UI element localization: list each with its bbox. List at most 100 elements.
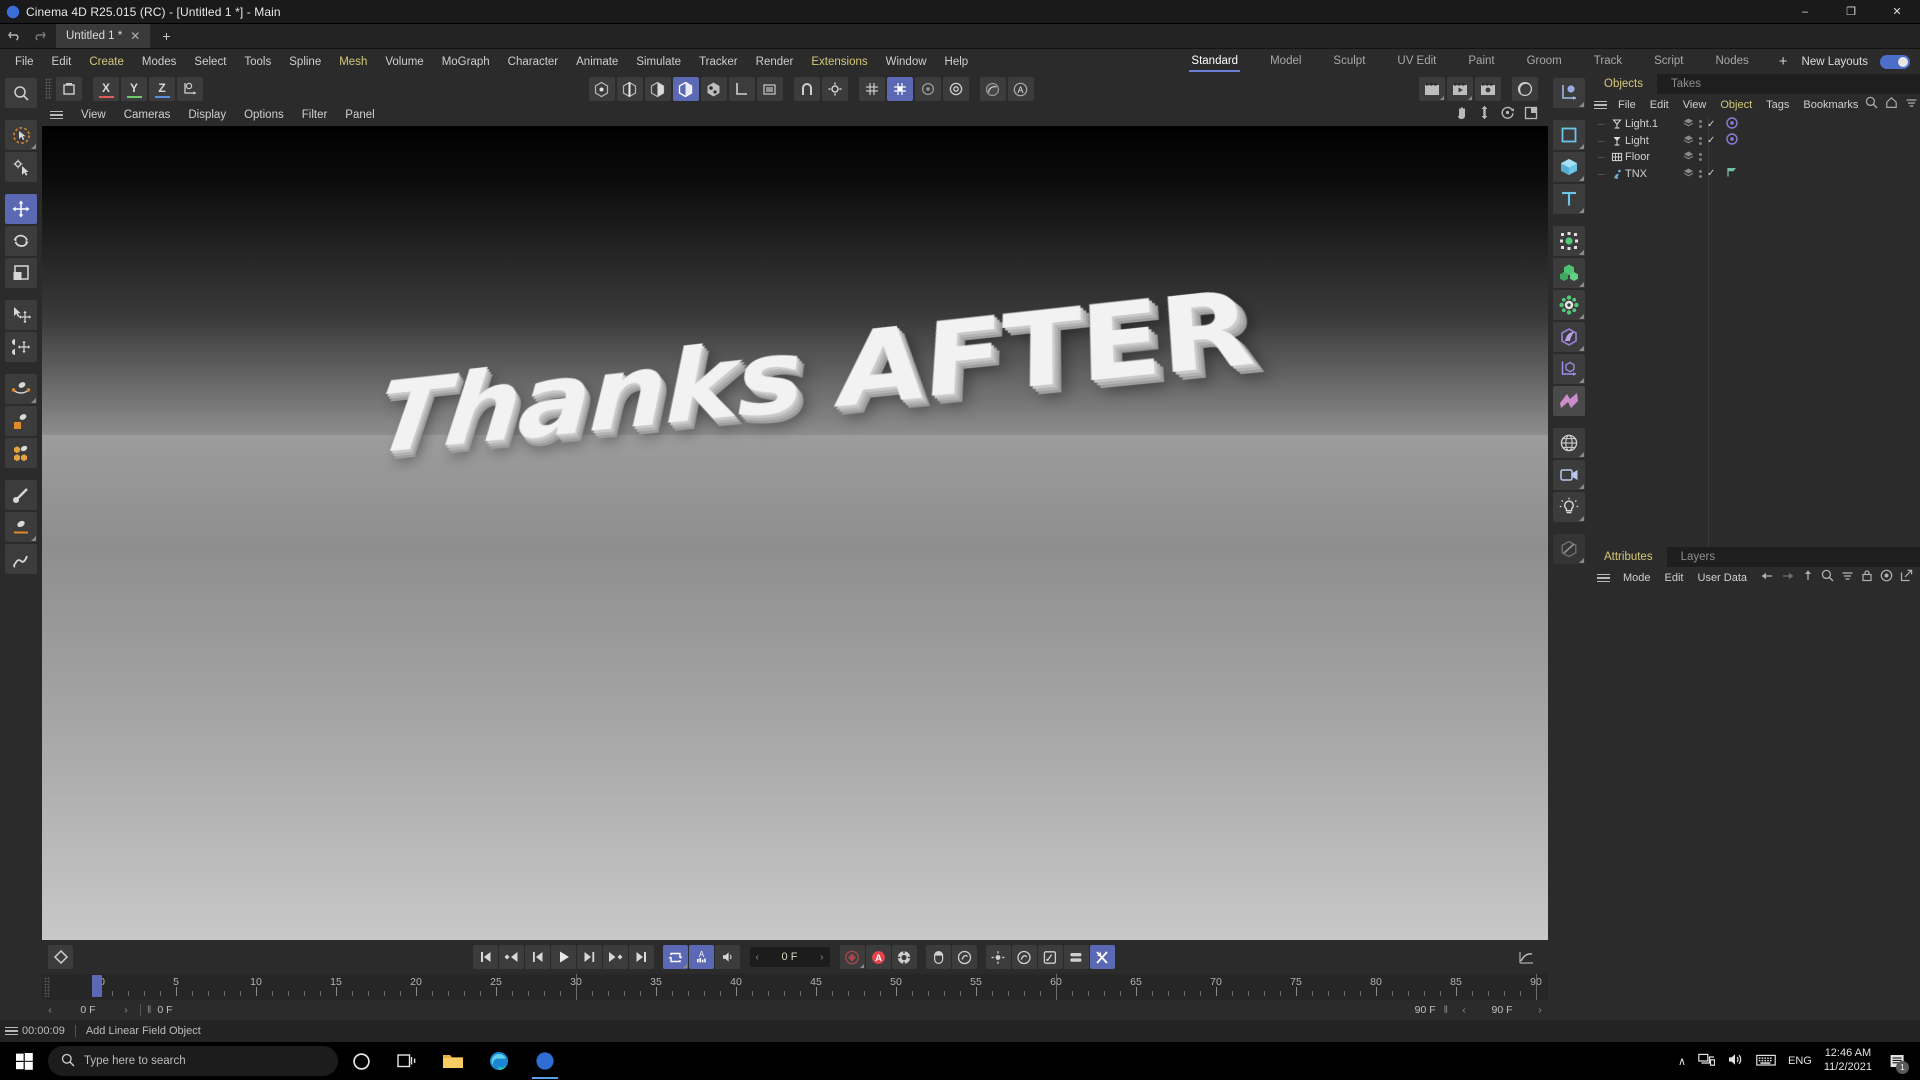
menu-tools[interactable]: Tools	[235, 53, 280, 71]
menu-mograph[interactable]: MoGraph	[433, 53, 499, 71]
workplane-tool-button[interactable]	[5, 374, 37, 404]
om-menu-view[interactable]: View	[1676, 97, 1714, 113]
volume-icon[interactable]	[1727, 1052, 1744, 1070]
am-filter-icon[interactable]	[1841, 569, 1854, 587]
transform-tool-button[interactable]	[5, 300, 37, 330]
menu-select[interactable]: Select	[185, 53, 235, 71]
table-row[interactable]: ─ Light.1 ✓	[1590, 116, 1920, 133]
axis-z-button[interactable]: Z	[149, 77, 175, 101]
menu-volume[interactable]: Volume	[376, 53, 432, 71]
workplane-snap-button[interactable]	[886, 77, 913, 101]
rotation-key-button[interactable]	[1011, 945, 1037, 969]
layout-tab-model[interactable]: Model	[1254, 51, 1317, 72]
layer-icon[interactable]	[1683, 150, 1694, 164]
preview-range-prev[interactable]: ‹	[1456, 1004, 1472, 1016]
deformer-button[interactable]	[1553, 226, 1585, 256]
generator-object-button[interactable]	[1553, 322, 1585, 352]
cube-primitive-button[interactable]	[1553, 152, 1585, 182]
content-browser-button[interactable]	[1512, 77, 1538, 101]
texture-mode-button[interactable]	[700, 77, 727, 101]
om-menu-edit[interactable]: Edit	[1643, 97, 1676, 113]
live-selection-tool-button[interactable]	[5, 120, 37, 150]
go-to-next-frame-button[interactable]	[576, 945, 602, 969]
timeline-grip[interactable]	[44, 977, 50, 997]
timeline-curve-button[interactable]	[1514, 945, 1539, 969]
go-to-prev-frame-button[interactable]	[524, 945, 550, 969]
menu-character[interactable]: Character	[499, 53, 568, 71]
menu-mesh[interactable]: Mesh	[330, 53, 376, 71]
preview-range-next[interactable]: ›	[1532, 1004, 1548, 1016]
frame-range-prev[interactable]: ‹	[42, 1004, 58, 1016]
menu-create[interactable]: Create	[80, 53, 133, 71]
om-menu-object[interactable]: Object	[1713, 97, 1759, 113]
file-explorer-icon[interactable]	[430, 1042, 476, 1080]
play-button[interactable]	[550, 945, 576, 969]
timeline-ruler[interactable]: 051015202530354045505560657075808590	[42, 974, 1548, 1000]
am-menu-mode[interactable]: Mode	[1616, 570, 1658, 586]
axis-y-button[interactable]: Y	[121, 77, 147, 101]
scene-axis-button[interactable]	[1553, 354, 1585, 384]
viewport-3d[interactable]: Thanks AFTER	[42, 126, 1548, 940]
polygon-mode-button[interactable]	[644, 77, 671, 101]
menu-animate[interactable]: Animate	[567, 53, 627, 71]
tab-takes[interactable]: Takes	[1657, 74, 1715, 94]
axis-x-button[interactable]: X	[93, 77, 119, 101]
menu-file[interactable]: File	[6, 53, 43, 71]
enable-check-icon[interactable]: ✓	[1707, 119, 1715, 130]
om-menu-bookmarks[interactable]: Bookmarks	[1796, 97, 1865, 113]
camera-object-button[interactable]	[1553, 460, 1585, 490]
current-frame-field[interactable]: ‹ 0 F ›	[749, 947, 830, 967]
am-forward-arrow-icon[interactable]	[1781, 569, 1795, 587]
go-to-end-button[interactable]	[628, 945, 654, 969]
undo-icon[interactable]	[8, 29, 22, 43]
layout-tab-uv-edit[interactable]: UV Edit	[1381, 51, 1452, 72]
orbit-view-icon[interactable]	[1500, 105, 1515, 125]
om-search-icon[interactable]	[1865, 96, 1878, 114]
mograph-cloner-button[interactable]	[1553, 290, 1585, 320]
point-level-animation-button[interactable]	[925, 945, 951, 969]
scale-key-button[interactable]	[1037, 945, 1063, 969]
document-tab[interactable]: Untitled 1 * ✕	[56, 24, 151, 48]
am-lock-icon[interactable]	[1861, 569, 1873, 587]
frame-prev-arrow[interactable]: ‹	[756, 952, 759, 963]
layer-icon[interactable]	[1683, 167, 1694, 181]
go-to-next-key-button[interactable]	[602, 945, 628, 969]
table-row[interactable]: ─ TNX ✓	[1590, 166, 1920, 183]
attribute-manager-body[interactable]	[1590, 589, 1920, 1020]
search-tool-button[interactable]	[5, 78, 37, 108]
keyboard-icon[interactable]	[1756, 1053, 1776, 1070]
preview-end-frame[interactable]: 90 F	[1472, 1004, 1532, 1016]
light-object-button[interactable]	[1553, 492, 1585, 522]
move-tool-button[interactable]	[5, 194, 37, 224]
tray-chevron-icon[interactable]: ∧	[1678, 1055, 1686, 1068]
visibility-dots[interactable]	[1699, 169, 1702, 178]
viewport-menu-view[interactable]: View	[72, 107, 115, 123]
taskbar-clock[interactable]: 12:46 AM 11/2/2021	[1824, 1047, 1872, 1075]
am-search-icon[interactable]	[1821, 569, 1834, 587]
layer-icon[interactable]	[1683, 117, 1694, 131]
viewport-menu-filter[interactable]: Filter	[293, 107, 337, 123]
new-document-button[interactable]: +	[150, 24, 182, 48]
null-object-button[interactable]	[1553, 78, 1585, 108]
windows-start-icon[interactable]	[0, 1042, 48, 1080]
table-row[interactable]: ─ Light ✓	[1590, 133, 1920, 150]
menu-tracker[interactable]: Tracker	[690, 53, 747, 71]
network-icon[interactable]	[1698, 1052, 1716, 1070]
light-tag-icon[interactable]	[1726, 117, 1739, 132]
go-to-start-button[interactable]	[472, 945, 498, 969]
preview-start-frame[interactable]: 0 F	[58, 1004, 118, 1016]
tab-attributes[interactable]: Attributes	[1590, 547, 1667, 567]
objects-tool-button[interactable]	[5, 438, 37, 468]
am-back-arrow-icon[interactable]	[1760, 569, 1774, 587]
object-manager-list[interactable]: ─ Light.1 ✓ ─ Light ✓ ─ Floor ─ TNX ✓	[1590, 116, 1920, 547]
soft-selection-tool-button[interactable]	[5, 332, 37, 362]
taskbar-search-input[interactable]: Type here to search	[48, 1046, 338, 1076]
material-manager-button[interactable]	[979, 77, 1006, 101]
pan-view-icon[interactable]	[1454, 105, 1469, 125]
am-up-arrow-icon[interactable]	[1802, 569, 1814, 587]
tab-layers[interactable]: Layers	[1667, 547, 1730, 567]
menu-modes[interactable]: Modes	[133, 53, 186, 71]
enable-check-icon[interactable]: ✓	[1707, 135, 1715, 146]
layout-tab-nodes[interactable]: Nodes	[1700, 51, 1765, 72]
am-record-icon[interactable]	[1880, 569, 1893, 587]
